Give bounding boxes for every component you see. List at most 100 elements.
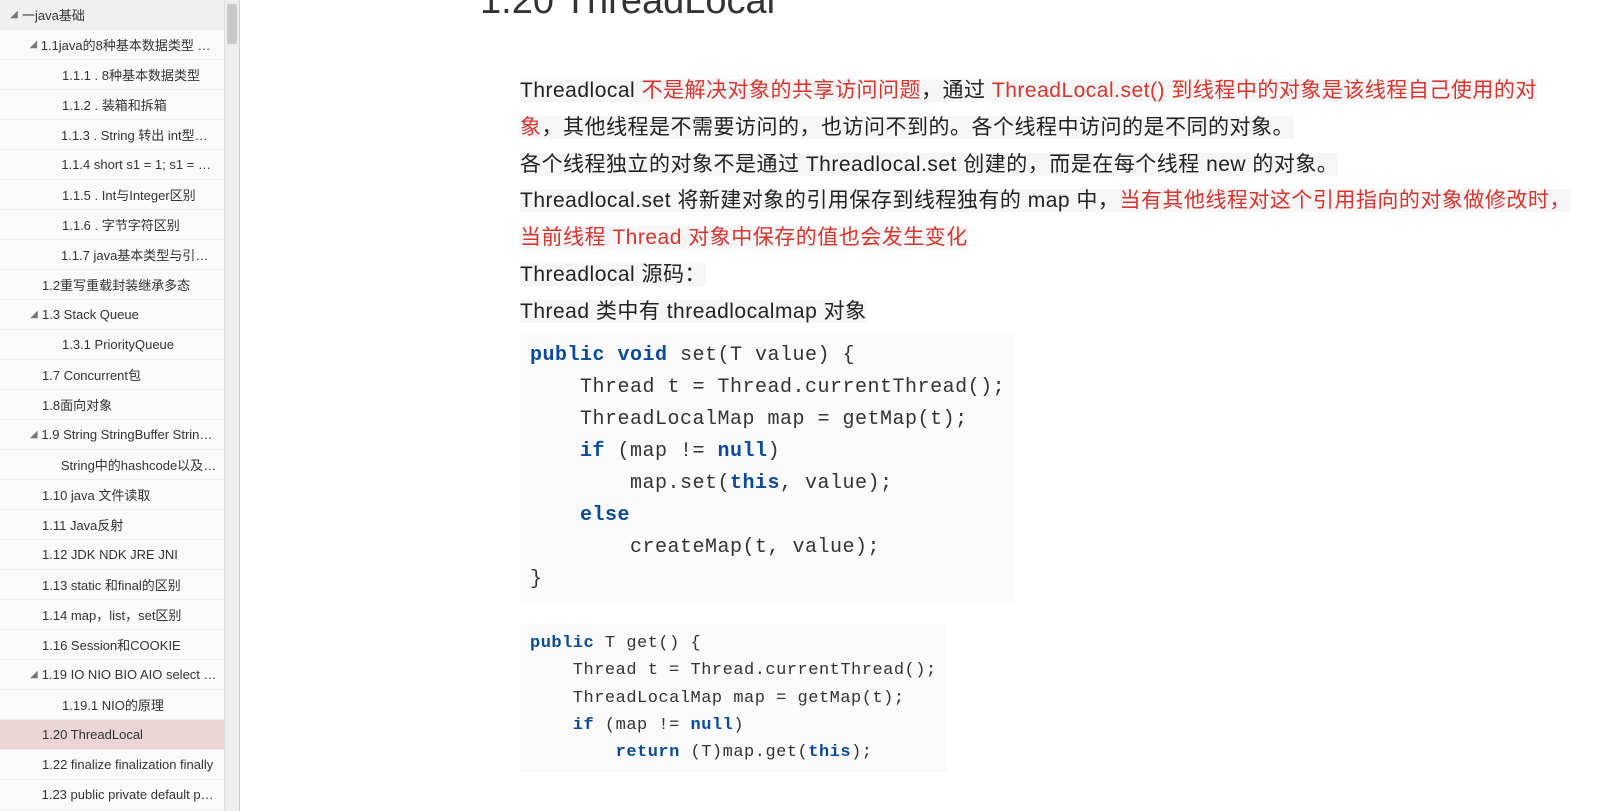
code-block-get: public T get() { Thread t = Thread.curre… [520, 624, 947, 772]
tree-item-label: 1.1.6 . 字节字符区别 [62, 215, 180, 234]
code: Thread t = Thread.currentThread(); [530, 376, 1005, 399]
tree-item-label: 1.1.3 . String 转出 int型，判... [61, 125, 217, 144]
tree-item[interactable]: 1.20 ThreadLocal [0, 720, 235, 750]
text: Threadlocal [520, 79, 642, 102]
kw: else [530, 504, 630, 527]
paragraph-5: Thread 类中有 threadlocalmap 对象 [520, 294, 1579, 331]
tree-item-label: 一java基础 [22, 5, 85, 24]
chevron-down-icon[interactable]: ◢ [28, 429, 39, 440]
tree-item-label: 1.1.5 . Int与Integer区别 [62, 185, 196, 204]
tree-item-label: 1.9 String StringBuffer StringB... [41, 427, 217, 442]
tree-item[interactable]: 1.16 Session和COOKIE [0, 630, 235, 660]
tree-item[interactable]: 1.7 Concurrent包 [0, 360, 235, 390]
kw: this [730, 472, 780, 495]
tree-item-label: 1.19.1 NIO的原理 [62, 695, 164, 714]
tree-item-label: 1.12 JDK NDK JRE JNI [42, 547, 178, 562]
tree-item-label: 1.23 public private default pro... [42, 787, 217, 802]
chevron-down-icon[interactable]: ◢ [28, 309, 40, 320]
tree-item[interactable]: 1.12 JDK NDK JRE JNI [0, 540, 235, 570]
tree-item[interactable]: 1.10 java 文件读取 [0, 480, 235, 510]
tree-item-label: 1.22 finalize finalization finally [42, 757, 213, 772]
tree-item[interactable]: ◢1.19 IO NIO BIO AIO select e... [0, 660, 235, 690]
text: Threadlocal 源码： [520, 263, 706, 286]
tree-item[interactable]: 1.1.7 java基本类型与引用类... [0, 240, 235, 270]
code: createMap(t, value); [530, 536, 880, 559]
code: ) [733, 716, 744, 735]
kw: void [605, 344, 668, 367]
tree-item[interactable]: ◢一java基础 [0, 0, 235, 30]
sidebar-tree: ◢一java基础◢1.1java的8种基本数据类型 装箱 ...1.1.1 . … [0, 0, 239, 811]
page-title: 1.20 ThreadLocal [480, 0, 1579, 23]
tree-item[interactable]: 1.22 finalize finalization finally [0, 750, 235, 780]
code: ThreadLocalMap map = getMap(t); [530, 408, 968, 431]
tree-item[interactable]: String中的hashcode以及toS... [0, 450, 235, 480]
tree-item[interactable]: 1.13 static 和final的区别 [0, 570, 235, 600]
tree-item[interactable]: 1.8面向对象 [0, 390, 235, 420]
tree-item[interactable]: 1.23 public private default pro... [0, 780, 235, 810]
code: ); [851, 743, 872, 762]
chevron-down-icon[interactable]: ◢ [28, 669, 40, 680]
text-red: ThreadLocal.set() [992, 79, 1171, 102]
code: (T)map.get( [680, 743, 808, 762]
tree-item[interactable]: 1.1.2 . 装箱和拆箱 [0, 90, 235, 120]
tree-item[interactable]: ◢1.3 Stack Queue [0, 300, 235, 330]
tree-item-label: 1.7 Concurrent包 [42, 365, 141, 384]
text: ，通过 [921, 79, 992, 102]
tree-item[interactable]: 1.1.1 . 8种基本数据类型 [0, 60, 235, 90]
paragraph-1: Threadlocal 不是解决对象的共享访问问题，通过 ThreadLocal… [520, 73, 1579, 147]
kw: null [691, 716, 734, 735]
text: ，其他线程是不需要访问的，也访问不到的。各个线程中访问的是不同的对象。 [542, 116, 1295, 139]
kw: if [530, 716, 594, 735]
tree-item-label: 1.1java的8种基本数据类型 装箱 ... [41, 35, 217, 54]
kw: null [718, 440, 768, 463]
tree-item-label: 1.1.1 . 8种基本数据类型 [62, 65, 200, 84]
tree-item[interactable]: 1.1.4 short s1 = 1; s1 = s1 ... [0, 150, 235, 180]
code: } [530, 568, 543, 591]
code: , value); [780, 472, 893, 495]
text: 各个线程独立的对象不是通过 Threadlocal.set 创建的，而是在每个线… [520, 153, 1338, 176]
kw: return [530, 743, 680, 762]
sidebar-scrollbar[interactable] [227, 4, 237, 44]
chevron-down-icon[interactable]: ◢ [28, 39, 39, 50]
tree-item[interactable]: ◢1.1java的8种基本数据类型 装箱 ... [0, 30, 235, 60]
text: Threadlocal.set 将新建对象的引用保存到线程独有的 map 中， [520, 189, 1119, 212]
kw: this [808, 743, 851, 762]
tree-item-label: 1.1.4 short s1 = 1; s1 = s1 ... [61, 157, 217, 172]
tree-item[interactable]: 1.14 map，list，set区别 [0, 600, 235, 630]
tree-item-label: 1.3 Stack Queue [42, 307, 139, 322]
tree-item-label: 1.2重写重载封装继承多态 [42, 275, 190, 294]
tree-item[interactable]: ◢1.9 String StringBuffer StringB... [0, 420, 235, 450]
code-block-set: public void set(T value) { Thread t = Th… [520, 334, 1015, 602]
tree-item-label: 1.14 map，list，set区别 [42, 605, 181, 624]
tree-item-label: 1.1.7 java基本类型与引用类... [61, 245, 217, 264]
tree-item-label: 1.16 Session和COOKIE [42, 635, 181, 654]
tree-item-label: 1.3.1 PriorityQueue [62, 337, 174, 352]
tree-item-label: 1.13 static 和final的区别 [42, 575, 181, 594]
chevron-down-icon[interactable]: ◢ [8, 9, 20, 20]
content-area: 1.20 ThreadLocal Threadlocal 不是解决对象的共享访问… [240, 0, 1599, 811]
text: Thread 类中有 threadlocalmap 对象 [520, 300, 867, 323]
paragraph-4: Threadlocal 源码： [520, 257, 1579, 294]
text-red: 不是解决对象的共享访问问题 [642, 79, 922, 102]
tree-item-label: 1.11 Java反射 [42, 515, 123, 534]
tree-item-label: 1.19 IO NIO BIO AIO select e... [42, 667, 217, 682]
code: Thread t = Thread.currentThread(); [530, 661, 937, 680]
tree-item-label: 1.10 java 文件读取 [42, 485, 150, 504]
code: map.set( [530, 472, 730, 495]
tree-item[interactable]: 1.1.6 . 字节字符区别 [0, 210, 235, 240]
tree-item[interactable]: 1.1.5 . Int与Integer区别 [0, 180, 235, 210]
tree-item-label: 1.20 ThreadLocal [42, 727, 143, 742]
paragraph-2: 各个线程独立的对象不是通过 Threadlocal.set 创建的，而是在每个线… [520, 147, 1579, 184]
tree-item[interactable]: 1.11 Java反射 [0, 510, 235, 540]
article-body: Threadlocal 不是解决对象的共享访问问题，通过 ThreadLocal… [520, 73, 1579, 772]
tree-item[interactable]: 1.1.3 . String 转出 int型，判... [0, 120, 235, 150]
paragraph-3: Threadlocal.set 将新建对象的引用保存到线程独有的 map 中，当… [520, 183, 1579, 257]
tree-item[interactable]: 1.19.1 NIO的原理 [0, 690, 235, 720]
tree-item[interactable]: 1.2重写重载封装继承多态 [0, 270, 235, 300]
tree-item-label: 1.8面向对象 [42, 395, 112, 414]
tree-item[interactable]: 1.3.1 PriorityQueue [0, 330, 235, 360]
code: ) [768, 440, 781, 463]
sidebar: ◢一java基础◢1.1java的8种基本数据类型 装箱 ...1.1.1 . … [0, 0, 240, 811]
tree-item-label: String中的hashcode以及toS... [61, 455, 217, 474]
code: set(T value) { [668, 344, 856, 367]
